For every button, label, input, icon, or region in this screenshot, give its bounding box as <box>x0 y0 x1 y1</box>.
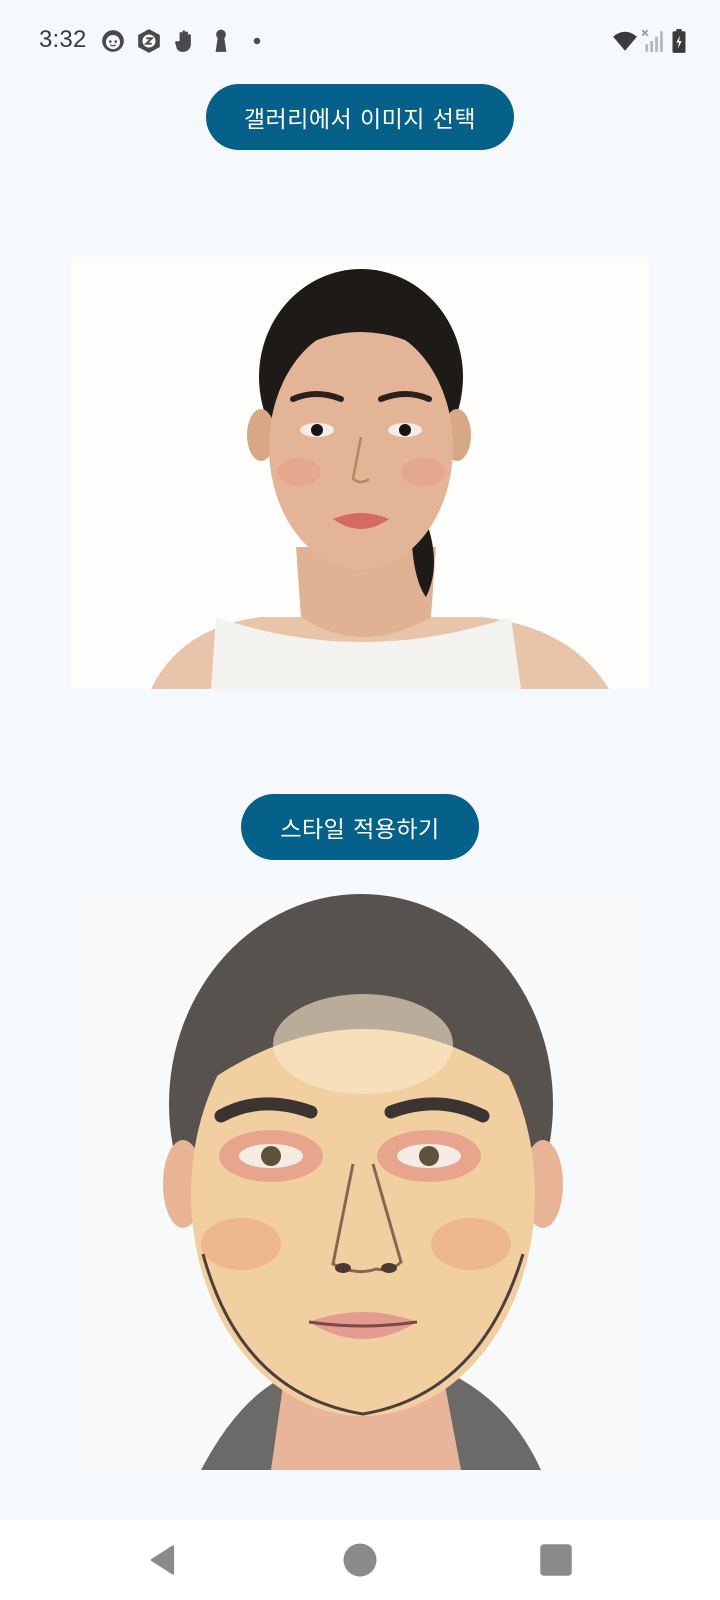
wifi-icon <box>611 28 639 54</box>
status-time: 3:32 <box>39 26 87 53</box>
recents-icon[interactable] <box>538 1542 574 1578</box>
stylized-photo <box>71 894 649 1470</box>
battery-charging-icon <box>670 28 688 54</box>
cell-signal-off-icon <box>640 28 666 54</box>
back-icon[interactable] <box>146 1542 182 1578</box>
dot-icon <box>244 28 270 54</box>
hand-icon <box>172 28 198 54</box>
z-badge-icon <box>136 28 162 54</box>
apply-style-button[interactable]: 스타일 적용하기 <box>241 794 479 860</box>
face-icon <box>100 28 126 54</box>
navigation-bar <box>0 1520 720 1600</box>
original-photo <box>71 257 649 689</box>
keyhole-icon <box>208 28 234 54</box>
select-image-from-gallery-button[interactable]: 갤러리에서 이미지 선택 <box>206 84 514 150</box>
status-bar: 3:32 <box>0 0 720 84</box>
home-icon[interactable] <box>342 1542 378 1578</box>
